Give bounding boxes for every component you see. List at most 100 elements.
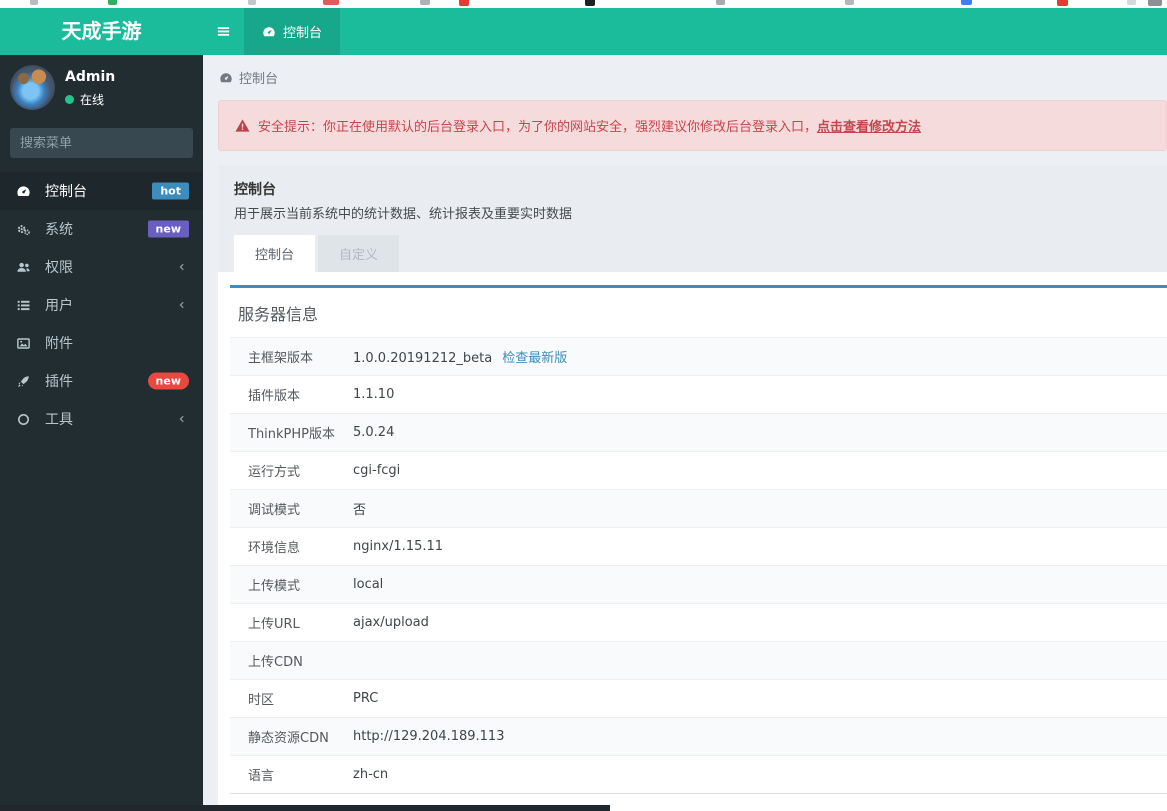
server-info-title: 服务器信息 [238,305,319,324]
row-label: 语言 [230,755,345,794]
server-info-table: 主框架版本 1.0.0.20191212_beta 检查最新版 插件版本 1.1.… [230,337,1167,794]
table-row: 插件版本 1.1.10 [230,375,1167,414]
menu-item-label: 附件 [45,336,73,352]
warning-icon [235,118,250,133]
alert-text: 安全提示：你正在使用默认的后台登录入口，为了你的网站安全，强烈建议你修改后台登录… [258,120,818,135]
sidebar: Admin 在线 控制台 hot 系统 new 权限 用户 附件 [0,55,203,811]
sidebar-item-2[interactable]: 权限 [0,248,203,286]
header-tab-label: 控制台 [283,26,323,41]
online-status-dot [65,95,74,104]
row-value: local [353,577,384,592]
favicon-fragment [1148,0,1162,6]
menu-item-label: 工具 [45,412,73,428]
favicon-fragment [1057,0,1068,6]
logo[interactable]: 天成手游 [0,8,203,55]
hamburger-icon [216,24,231,39]
table-row: 上传模式 local [230,565,1167,604]
sidebar-item-4[interactable]: 附件 [0,324,203,362]
row-label: 上传CDN [230,641,345,680]
favicon-fragment [1127,0,1136,5]
table-row: ThinkPHP版本 5.0.24 [230,413,1167,452]
sidebar-item-6[interactable]: 工具 [0,400,203,438]
favicon-fragment [248,0,256,5]
bottom-strip [0,805,610,811]
table-row: 上传URL ajax/upload [230,603,1167,642]
row-value: cgi-fcgi [353,463,401,478]
row-label: 插件版本 [230,375,345,414]
menu-item-label: 插件 [45,374,73,390]
menu-item-label: 控制台 [45,184,87,200]
table-row: 时区 PRC [230,679,1167,718]
row-label: 上传URL [230,603,345,642]
tab-dashboard[interactable]: 控制台 [234,235,316,272]
browser-strip [0,0,1167,8]
breadcrumb-item-dashboard[interactable]: 控制台 [219,68,278,87]
sidebar-item-1[interactable]: 系统 new [0,210,203,248]
table-row: 静态资源CDN http://129.204.189.113 [230,717,1167,756]
table-row: 语言 zh-cn [230,755,1167,794]
favicon-fragment [323,0,339,5]
row-label: ThinkPHP版本 [230,413,345,452]
breadcrumb-label: 控制台 [239,72,279,87]
panel-body: 服务器信息 主框架版本 1.0.0.20191212_beta 检查最新版 插件版… [218,272,1167,811]
breadcrumb: 控制台 [203,55,1167,96]
avatar [10,65,55,110]
security-alert: 安全提示：你正在使用默认的后台登录入口，为了你的网站安全，强烈建议你修改后台登录… [218,100,1167,151]
sidebar-menu: 控制台 hot 系统 new 权限 用户 附件 插件 new 工具 [0,172,203,438]
image-icon [16,336,36,351]
panel-title: 控制台 [234,182,276,198]
user-name: Admin [65,69,116,85]
row-label: 主框架版本 [230,337,345,376]
row-value: 1.1.10 [353,387,395,402]
dashboard-icon [219,71,233,85]
circle-icon [16,412,36,427]
panel-heading: 控制台 用于展示当前系统中的统计数据、统计报表及重要实时数据 控制台 自定义 [218,165,1167,272]
users-icon [16,260,36,275]
chevron-left-icon [177,262,187,272]
menu-badge: new [147,372,189,390]
panel-tabs: 控制台 自定义 [234,235,1151,272]
row-label: 运行方式 [230,451,345,490]
favicon-fragment [961,0,972,5]
menu-item-label: 用户 [45,298,73,314]
row-label: 环境信息 [230,527,345,566]
favicon-fragment [459,0,469,6]
list-icon [16,298,36,313]
row-value: 1.0.0.20191212_beta [353,351,493,366]
header-tab-dashboard[interactable]: 控制台 [244,8,341,55]
row-value: 否 [353,503,367,518]
dashboard-icon [262,25,276,39]
table-row: 运行方式 cgi-fcgi [230,451,1167,490]
favicon-fragment [30,0,38,5]
gears-icon [16,222,36,237]
row-label: 时区 [230,679,345,718]
favicon-fragment [108,0,117,5]
row-value: http://129.204.189.113 [353,729,505,744]
alert-link[interactable]: 点击查看修改方法 [817,120,921,135]
sidebar-item-5[interactable]: 插件 new [0,362,203,400]
sidebar-toggle-button[interactable] [203,8,244,55]
table-row: 调试模式 否 [230,489,1167,528]
favicon-fragment [845,0,854,5]
sidebar-item-0[interactable]: 控制台 hot [0,172,203,210]
dashboard-icon [16,184,36,199]
chevron-left-icon [177,414,187,424]
sidebar-item-3[interactable]: 用户 [0,286,203,324]
user-status-label: 在线 [80,93,105,107]
row-value: ajax/upload [353,615,429,630]
check-latest-link[interactable]: 检查最新版 [502,351,567,366]
favicon-fragment [585,0,595,6]
panel-subtitle: 用于展示当前系统中的统计数据、统计报表及重要实时数据 [234,207,573,222]
table-row: 主框架版本 1.0.0.20191212_beta 检查最新版 [230,337,1167,376]
search-input[interactable] [10,135,193,151]
menu-item-label: 权限 [45,260,73,276]
menu-badge: new [147,220,189,238]
table-row: 上传CDN [230,641,1167,680]
row-value: zh-cn [353,767,389,782]
row-label: 上传模式 [230,565,345,604]
menu-badge: hot [152,182,189,200]
row-value: 5.0.24 [353,425,395,440]
sidebar-search [10,128,193,158]
tab-custom[interactable]: 自定义 [318,235,400,272]
row-value: PRC [353,691,379,706]
